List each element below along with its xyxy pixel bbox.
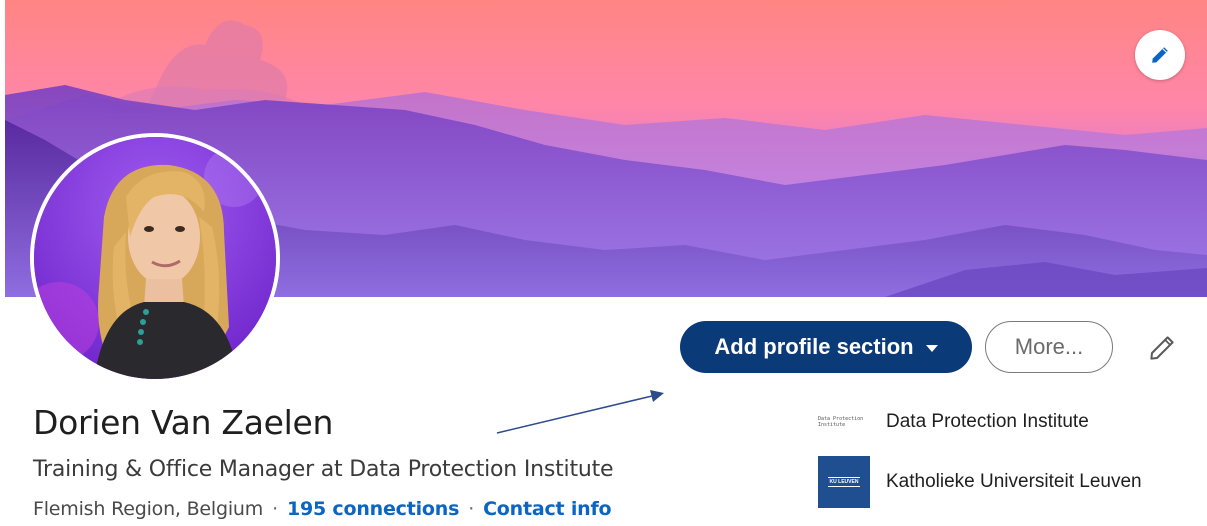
edit-banner-button[interactable] xyxy=(1135,30,1185,80)
pencil-icon xyxy=(1150,336,1174,360)
connections-link[interactable]: 195 connections xyxy=(287,498,459,520)
more-button[interactable]: More... xyxy=(985,321,1113,373)
org-ku-leuven[interactable]: KU LEUVEN Katholieke Universiteit Leuven xyxy=(818,456,1142,508)
ku-leuven-logo-text: KU LEUVEN xyxy=(827,477,861,487)
ku-leuven-logo: KU LEUVEN xyxy=(818,456,870,508)
profile-meta: Flemish Region, Belgium · 195 connections ·… xyxy=(33,498,612,520)
location: Flemish Region, Belgium xyxy=(33,498,264,520)
contact-info-link[interactable]: Contact info xyxy=(483,498,612,520)
org-label: Data Protection Institute xyxy=(886,411,1089,432)
profile-headline: Training & Office Manager at Data Protec… xyxy=(33,457,614,482)
add-profile-section-label: Add profile section xyxy=(714,334,914,359)
org-label: Katholieke Universiteit Leuven xyxy=(886,471,1142,492)
caret-down-icon xyxy=(925,344,938,352)
add-profile-section-button[interactable]: Add profile section xyxy=(680,321,972,373)
profile-name: Dorien Van Zaelen xyxy=(33,403,334,442)
separator: · xyxy=(272,498,278,520)
pencil-icon xyxy=(1152,47,1168,63)
dpi-logo-text: Data Protection Institute xyxy=(818,416,864,428)
avatar[interactable] xyxy=(30,133,280,383)
profile-photo xyxy=(34,137,276,379)
more-label: More... xyxy=(1014,334,1084,359)
edit-profile-button[interactable] xyxy=(1142,328,1182,368)
separator: · xyxy=(468,498,475,520)
org-data-protection-institute[interactable]: Data Protection Institute Data Protectio… xyxy=(818,396,1089,448)
dpi-logo: Data Protection Institute xyxy=(818,396,870,448)
